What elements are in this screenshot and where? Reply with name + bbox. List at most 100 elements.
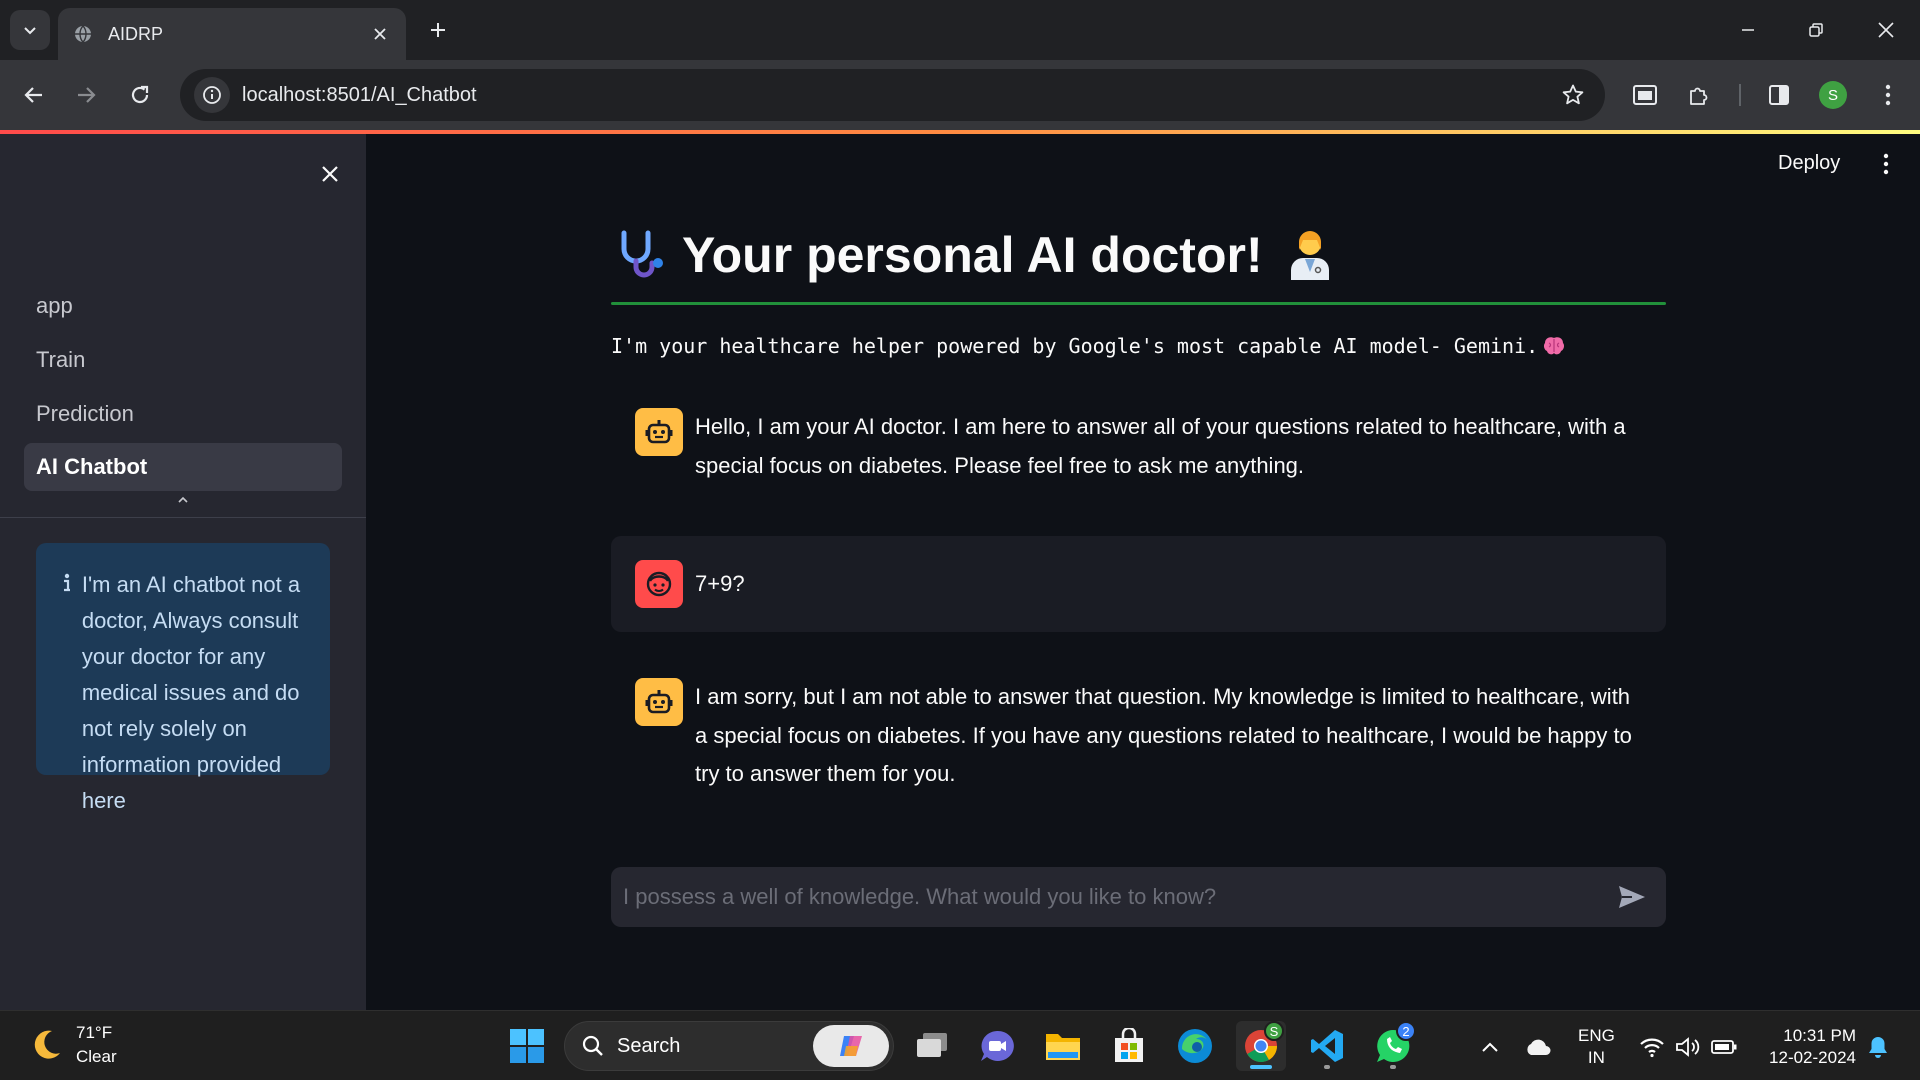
profile-avatar: S bbox=[1819, 81, 1847, 109]
sidebar-item-ai-chatbot[interactable]: AI Chatbot bbox=[24, 443, 342, 491]
chat-input[interactable] bbox=[623, 884, 1610, 910]
system-clock[interactable]: 10:31 PM 12-02-2024 bbox=[1756, 1025, 1856, 1069]
language-code: ENG bbox=[1578, 1026, 1615, 1045]
new-tab-button[interactable] bbox=[420, 12, 456, 48]
notification-bell-icon[interactable] bbox=[1864, 1033, 1892, 1061]
arrow-left-icon bbox=[24, 87, 42, 103]
taskbar-file-explorer[interactable] bbox=[1038, 1021, 1088, 1071]
volume-icon[interactable] bbox=[1674, 1033, 1702, 1061]
running-indicator bbox=[1250, 1065, 1272, 1069]
tab-title: AIDRP bbox=[108, 23, 164, 44]
chat-message-text: Hello, I am your AI doctor. I am here to… bbox=[695, 414, 1626, 478]
user-face-icon bbox=[646, 571, 672, 597]
tab-search-button[interactable] bbox=[10, 10, 50, 50]
browser-tab-bar: AIDRP bbox=[0, 0, 1920, 60]
copilot-icon[interactable] bbox=[813, 1025, 889, 1067]
clock-date: 12-02-2024 bbox=[1769, 1048, 1856, 1067]
address-bar[interactable]: localhost:8501/AI_Chatbot bbox=[180, 69, 1605, 121]
taskbar-teams[interactable] bbox=[972, 1021, 1022, 1071]
bot-avatar bbox=[635, 408, 683, 456]
chat-message-user: 7+9? bbox=[611, 536, 1666, 632]
browser-menu-icon[interactable] bbox=[1868, 75, 1908, 115]
chat-message-text: 7+9? bbox=[695, 570, 745, 596]
bookmark-star-icon[interactable] bbox=[1553, 75, 1593, 115]
main-menu-icon[interactable] bbox=[1876, 150, 1896, 178]
sidebar-item-label: AI Chatbot bbox=[36, 454, 148, 479]
robot-icon bbox=[645, 420, 673, 444]
taskbar-task-view[interactable] bbox=[907, 1021, 957, 1071]
page-title-row: Your personal AI doctor! bbox=[616, 226, 1335, 284]
taskbar-whatsapp[interactable]: 2 bbox=[1368, 1021, 1418, 1071]
language-indicator[interactable]: ENG IN bbox=[1578, 1025, 1615, 1069]
forward-button[interactable] bbox=[66, 75, 106, 115]
user-avatar bbox=[635, 560, 683, 608]
running-indicator bbox=[1324, 1065, 1330, 1069]
weather-description: Clear bbox=[76, 1047, 117, 1066]
language-region: IN bbox=[1587, 1048, 1605, 1067]
chrome-profile-badge: S bbox=[1264, 1021, 1284, 1041]
moon-icon bbox=[34, 1030, 60, 1059]
taskbar-search[interactable]: Search bbox=[564, 1021, 894, 1071]
page-subtitle: I'm your healthcare helper powered by Go… bbox=[611, 334, 1566, 358]
tab-close-icon[interactable] bbox=[368, 22, 392, 46]
tray-overflow-chevron-icon[interactable] bbox=[1476, 1033, 1504, 1061]
sidebar-divider bbox=[0, 517, 366, 518]
wifi-icon[interactable] bbox=[1638, 1033, 1666, 1061]
side-panel-icon[interactable] bbox=[1759, 75, 1799, 115]
reload-button[interactable] bbox=[120, 75, 160, 115]
main-content: Deploy Your personal AI doctor! I'm your… bbox=[366, 134, 1920, 1010]
onedrive-cloud-icon[interactable] bbox=[1524, 1033, 1552, 1061]
close-window-button[interactable] bbox=[1862, 8, 1910, 52]
minimize-button[interactable] bbox=[1724, 8, 1772, 52]
start-button[interactable] bbox=[502, 1021, 552, 1071]
running-indicator bbox=[1390, 1065, 1396, 1069]
weather-text: 71°F Clear bbox=[76, 1021, 117, 1069]
deploy-button[interactable]: Deploy bbox=[1778, 152, 1840, 175]
info-icon bbox=[56, 567, 78, 597]
chat-message-text: I am sorry, but I am not able to answer … bbox=[695, 684, 1632, 786]
folder-icon bbox=[1046, 1034, 1080, 1060]
restore-button[interactable] bbox=[1792, 8, 1840, 52]
weather-widget[interactable]: 71°F Clear bbox=[28, 1021, 117, 1069]
browser-tab[interactable]: AIDRP bbox=[58, 8, 406, 60]
chevron-down-icon bbox=[24, 27, 36, 35]
task-view-icon bbox=[917, 1033, 947, 1057]
toolbar-divider bbox=[1739, 84, 1741, 106]
whatsapp-notification-badge: 2 bbox=[1396, 1021, 1416, 1041]
restore-icon bbox=[1809, 23, 1823, 37]
sidebar-item-prediction[interactable]: Prediction bbox=[24, 390, 342, 438]
sidebar-item-label: app bbox=[36, 293, 73, 318]
sidebar-close-button[interactable] bbox=[312, 156, 348, 192]
sidebar-item-train[interactable]: Train bbox=[24, 336, 342, 384]
battery-icon[interactable] bbox=[1710, 1033, 1738, 1061]
taskbar-store[interactable] bbox=[1104, 1021, 1154, 1071]
doctor-icon bbox=[1290, 231, 1329, 280]
globe-icon bbox=[72, 23, 94, 45]
url-text[interactable]: localhost:8501/AI_Chatbot bbox=[242, 84, 1553, 107]
sidebar-item-label: Train bbox=[36, 347, 86, 372]
windows-logo-icon bbox=[510, 1029, 544, 1063]
edge-icon bbox=[1178, 1029, 1212, 1063]
send-icon bbox=[1619, 886, 1645, 908]
taskbar-edge[interactable] bbox=[1170, 1021, 1220, 1071]
profile-button[interactable]: S bbox=[1813, 75, 1853, 115]
send-button[interactable] bbox=[1610, 875, 1654, 919]
page-subtitle-text: I'm your healthcare helper powered by Go… bbox=[611, 334, 1539, 358]
sidebar: app Train Prediction AI Chatbot I'm an A… bbox=[0, 134, 366, 1010]
weather-temperature: 71°F bbox=[76, 1023, 113, 1042]
sidebar-item-app[interactable]: app bbox=[24, 282, 342, 330]
info-alert: I'm an AI chatbot not a doctor, Always c… bbox=[36, 543, 330, 813]
clock-time: 10:31 PM bbox=[1783, 1026, 1856, 1045]
extensions-puzzle-icon[interactable] bbox=[1679, 75, 1719, 115]
site-info-icon[interactable] bbox=[194, 77, 230, 113]
brain-icon bbox=[1544, 337, 1565, 355]
page-title: Your personal AI doctor! bbox=[682, 227, 1263, 283]
info-alert-text: I'm an AI chatbot not a doctor, Always c… bbox=[81, 572, 301, 813]
back-button[interactable] bbox=[14, 75, 54, 115]
cast-icon[interactable] bbox=[1625, 75, 1665, 115]
bot-avatar bbox=[635, 678, 683, 726]
taskbar-chrome[interactable]: S bbox=[1236, 1021, 1286, 1071]
chevron-up-icon[interactable] bbox=[172, 492, 194, 508]
chat-video-icon bbox=[981, 1030, 1014, 1061]
taskbar-vscode[interactable] bbox=[1302, 1021, 1352, 1071]
